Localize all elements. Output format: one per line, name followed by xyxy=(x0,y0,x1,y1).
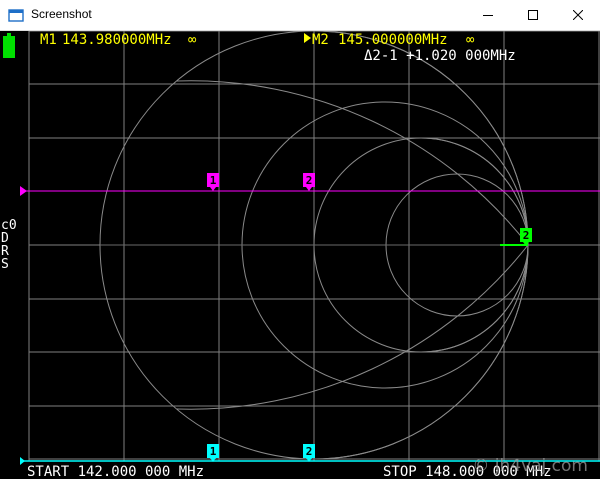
marker-2-magenta[interactable]: 2 xyxy=(303,173,315,191)
app-icon xyxy=(8,9,24,22)
marker-2-green[interactable]: 2 xyxy=(520,228,532,246)
reference-marker-icon xyxy=(20,186,27,196)
close-icon xyxy=(572,10,583,20)
minimize-icon xyxy=(482,15,493,16)
marker-2-label[interactable]: M2 xyxy=(312,32,329,48)
marker-2-suffix: ∞ xyxy=(466,32,475,48)
marker-1-suffix: ∞ xyxy=(188,32,197,48)
active-marker-icon xyxy=(304,33,311,43)
app-window: Screenshot 1 2 2 1 2 M1 143.980000MHz ∞ … xyxy=(0,0,600,479)
battery-icon xyxy=(3,33,15,58)
s21-reference-icon xyxy=(20,457,25,465)
marker-1-frequency: 143.980000MHz xyxy=(62,32,172,48)
maximize-button[interactable] xyxy=(510,0,555,30)
delta-readout: Δ2-1 +1.020 000MHz xyxy=(364,48,516,64)
title-bar[interactable]: Screenshot xyxy=(0,0,600,31)
smith-chart-display: 1 2 2 1 2 M1 143.980000MHz ∞ M2 145.0000… xyxy=(1,31,600,479)
svg-text:2: 2 xyxy=(306,445,313,458)
watermark: © jh4vaj.com xyxy=(472,456,588,476)
svg-text:1: 1 xyxy=(210,174,217,187)
marker-1-label[interactable]: M1 xyxy=(40,32,57,48)
svg-text:1: 1 xyxy=(210,445,217,458)
vna-screen: 1 2 2 1 2 M1 143.980000MHz ∞ M2 145.0000… xyxy=(0,31,600,479)
start-frequency: START 142.000 000 MHz xyxy=(27,464,204,479)
minimize-button[interactable] xyxy=(465,0,510,30)
window-title: Screenshot xyxy=(31,7,92,21)
close-button[interactable] xyxy=(555,0,600,30)
svg-text:2: 2 xyxy=(306,174,313,187)
maximize-icon xyxy=(527,10,538,20)
marker-1-magenta[interactable]: 1 xyxy=(207,173,219,191)
marker-2-frequency: 145.000000MHz xyxy=(338,32,448,48)
side-label-s: S xyxy=(1,257,9,272)
svg-text:2: 2 xyxy=(523,229,530,242)
